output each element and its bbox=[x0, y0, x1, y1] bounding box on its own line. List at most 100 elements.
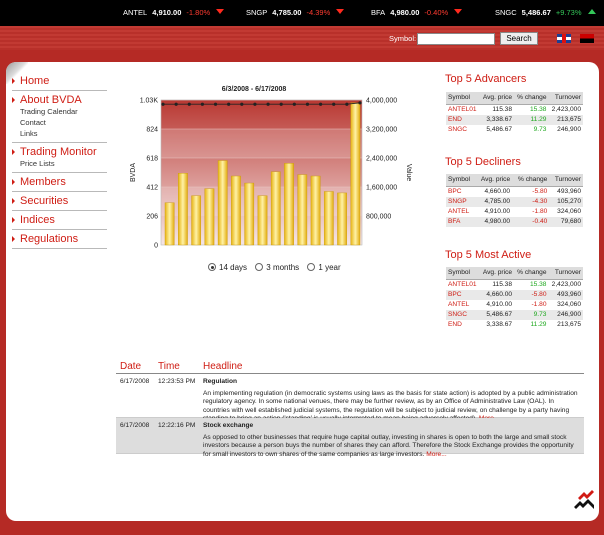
symbol-cell[interactable]: END bbox=[446, 320, 480, 330]
ticker-price: 4,980.00 bbox=[390, 8, 420, 17]
chart-point bbox=[345, 102, 349, 106]
table-row[interactable]: END 3,338.67 11.29 213,675 bbox=[446, 320, 583, 330]
symbol-cell[interactable]: BPC bbox=[446, 290, 480, 300]
ticker-item-3[interactable]: SNGC 5,486.67 +9.73% bbox=[495, 8, 596, 17]
range-option-14-days[interactable]: 14 days bbox=[208, 263, 247, 272]
table-row[interactable]: ANTEL 4,910.00 -1.80 324,060 bbox=[446, 300, 583, 310]
ticker-item-0[interactable]: ANTEL 4,910.00 -1.80% bbox=[123, 8, 225, 17]
market-chart: 1.03K 824 618 412 206 0 4,000,000 3,200,000 2,40… bbox=[130, 98, 412, 250]
advancers-table: Symbol Avg. price% change Turnover ANTEL01 1… bbox=[446, 92, 583, 135]
price-cell: 4,910.00 bbox=[486, 301, 513, 308]
nav-sub-trading-calendar[interactable]: Trading Calendar bbox=[12, 106, 107, 117]
change-cell: 15.38 bbox=[529, 106, 547, 113]
symbol-cell[interactable]: END bbox=[446, 115, 480, 125]
nav-item-trading-monitor: Trading Monitor Price Lists bbox=[12, 143, 107, 173]
most-active-title: Top 5 Most Active bbox=[445, 249, 532, 261]
chart-bar bbox=[191, 195, 202, 246]
column-header: Avg. price bbox=[475, 174, 513, 187]
range-option-1-year[interactable]: 1 year bbox=[307, 263, 341, 272]
change-cell: -5.80 bbox=[532, 188, 548, 195]
nav-link-securities[interactable]: Securities bbox=[12, 195, 107, 207]
chart-bar bbox=[217, 160, 228, 246]
table-row[interactable]: SNGC 5,486.67 9.73 246,900 bbox=[446, 310, 583, 320]
news-col-headline: Headline bbox=[203, 361, 243, 372]
table-row[interactable]: ANTEL01 115.38 15.38 2,423,000 bbox=[446, 105, 583, 116]
nav-link-members[interactable]: Members bbox=[12, 176, 107, 188]
price-cell: 115.38 bbox=[492, 281, 513, 288]
symbol-cell[interactable]: SNGC bbox=[446, 310, 480, 320]
table-header-row: Symbol Avg. price% change Turnover bbox=[446, 92, 583, 105]
change-cell: 9.73 bbox=[533, 126, 547, 133]
symbol-cell[interactable]: ANTEL01 bbox=[446, 105, 480, 116]
chart-point bbox=[319, 102, 323, 106]
news-more-link[interactable]: More... bbox=[426, 451, 447, 458]
symbol-cell[interactable]: ANTEL bbox=[446, 300, 480, 310]
news-title[interactable]: Stock exchange bbox=[203, 422, 582, 431]
table-row[interactable]: ANTEL01 115.38 15.38 2,423,000 bbox=[446, 280, 583, 291]
y2-axis-tick-label: 2,400,000 bbox=[366, 156, 397, 163]
column-header: % change bbox=[514, 267, 549, 280]
nav-link-regulations[interactable]: Regulations bbox=[12, 233, 107, 245]
price-cell: 5,486.67 bbox=[486, 126, 513, 133]
turnover-cell: 105,270 bbox=[549, 197, 583, 207]
radio-selected-icon[interactable] bbox=[208, 263, 216, 271]
nav-sub-links[interactable]: Links bbox=[12, 128, 107, 139]
radio-icon[interactable] bbox=[255, 263, 264, 271]
symbol-cell[interactable]: ANTEL01 bbox=[446, 280, 480, 291]
ticker-item-2[interactable]: BFA 4,980.00 -0.40% bbox=[371, 8, 463, 17]
table-row[interactable]: BFA 4,980.00 -0.40 79,680 bbox=[446, 217, 583, 227]
turnover-cell: 246,900 bbox=[557, 126, 581, 133]
y2-axis-tick-label: 4,000,000 bbox=[366, 98, 397, 105]
table-row[interactable]: END 3,338.67 11.29 213,675 bbox=[446, 115, 583, 125]
symbol-cell[interactable]: SNGC bbox=[446, 125, 480, 135]
radio-icon[interactable] bbox=[307, 263, 316, 271]
price-cell: 4,785.00 bbox=[475, 197, 513, 207]
nav-link-home[interactable]: Home bbox=[12, 75, 107, 87]
chart-bar bbox=[350, 102, 361, 246]
nav-sub-contact[interactable]: Contact bbox=[12, 117, 107, 128]
nav-link-indices[interactable]: Indices bbox=[12, 214, 107, 226]
nav-sub-price-lists[interactable]: Price Lists bbox=[12, 158, 107, 169]
ticker-price: 5,486.67 bbox=[521, 8, 551, 17]
y2-axis-tick-label: 800,000 bbox=[366, 214, 391, 221]
y-axis-tick-label: 0 bbox=[154, 243, 158, 250]
nav-item-members: Members bbox=[12, 173, 107, 192]
symbol-cell[interactable]: SNGP bbox=[446, 197, 476, 207]
symbol-input[interactable] bbox=[417, 33, 495, 45]
change-cell: 9.73 bbox=[514, 310, 549, 320]
table-row[interactable]: BPC 4,660.00 -5.80 493,960 bbox=[446, 290, 583, 300]
news-title[interactable]: Regulation bbox=[203, 378, 582, 387]
ticker-item-1[interactable]: SNGP 4,785.00 -4.39% bbox=[246, 8, 345, 17]
table-row[interactable]: SNGP 4,785.00 -4.30 105,270 bbox=[446, 197, 583, 207]
nav-link-trading-monitor[interactable]: Trading Monitor bbox=[12, 146, 107, 158]
symbol-cell[interactable]: BFA bbox=[446, 217, 476, 227]
change-cell: -0.40 bbox=[512, 217, 550, 227]
angola-flag-icon[interactable] bbox=[580, 34, 594, 43]
table-row[interactable]: BPC 4,660.00 -5.80 493,960 bbox=[446, 187, 583, 198]
table-row[interactable]: ANTEL 4,910.00 -1.80 324,060 bbox=[446, 207, 583, 217]
advancers-title: Top 5 Advancers bbox=[445, 73, 527, 85]
chart-point bbox=[240, 102, 244, 106]
search-button[interactable]: Search bbox=[500, 32, 538, 45]
price-cell: 4,980.00 bbox=[475, 217, 513, 227]
news-time: 12:23:53 PM bbox=[158, 378, 196, 385]
range-option-label: 14 days bbox=[219, 263, 248, 272]
y-axis-tick-label: 618 bbox=[146, 156, 158, 163]
price-cell: 115.38 bbox=[492, 106, 513, 113]
news-date: 6/17/2008 bbox=[120, 378, 150, 385]
y-axis-tick-label: 824 bbox=[146, 127, 158, 134]
chart-point bbox=[213, 102, 218, 106]
nav-link-about[interactable]: About BVDA bbox=[12, 94, 107, 106]
news-header: Date Time Headline bbox=[116, 361, 584, 374]
symbol-cell[interactable]: BPC bbox=[446, 187, 475, 198]
uk-flag-icon[interactable] bbox=[557, 34, 571, 43]
range-option-3-months[interactable]: 3 months bbox=[255, 263, 299, 272]
chart-bar bbox=[244, 182, 255, 246]
column-header: Symbol bbox=[446, 174, 476, 187]
symbol-cell[interactable]: ANTEL bbox=[446, 207, 475, 217]
column-header: Turnover bbox=[548, 267, 583, 280]
nav-item-about: About BVDA Trading Calendar Contact Link… bbox=[12, 91, 107, 143]
change-cell: 11.29 bbox=[530, 321, 547, 328]
chart-point bbox=[161, 102, 165, 106]
table-row[interactable]: SNGC 5,486.67 9.73 246,900 bbox=[446, 125, 583, 135]
